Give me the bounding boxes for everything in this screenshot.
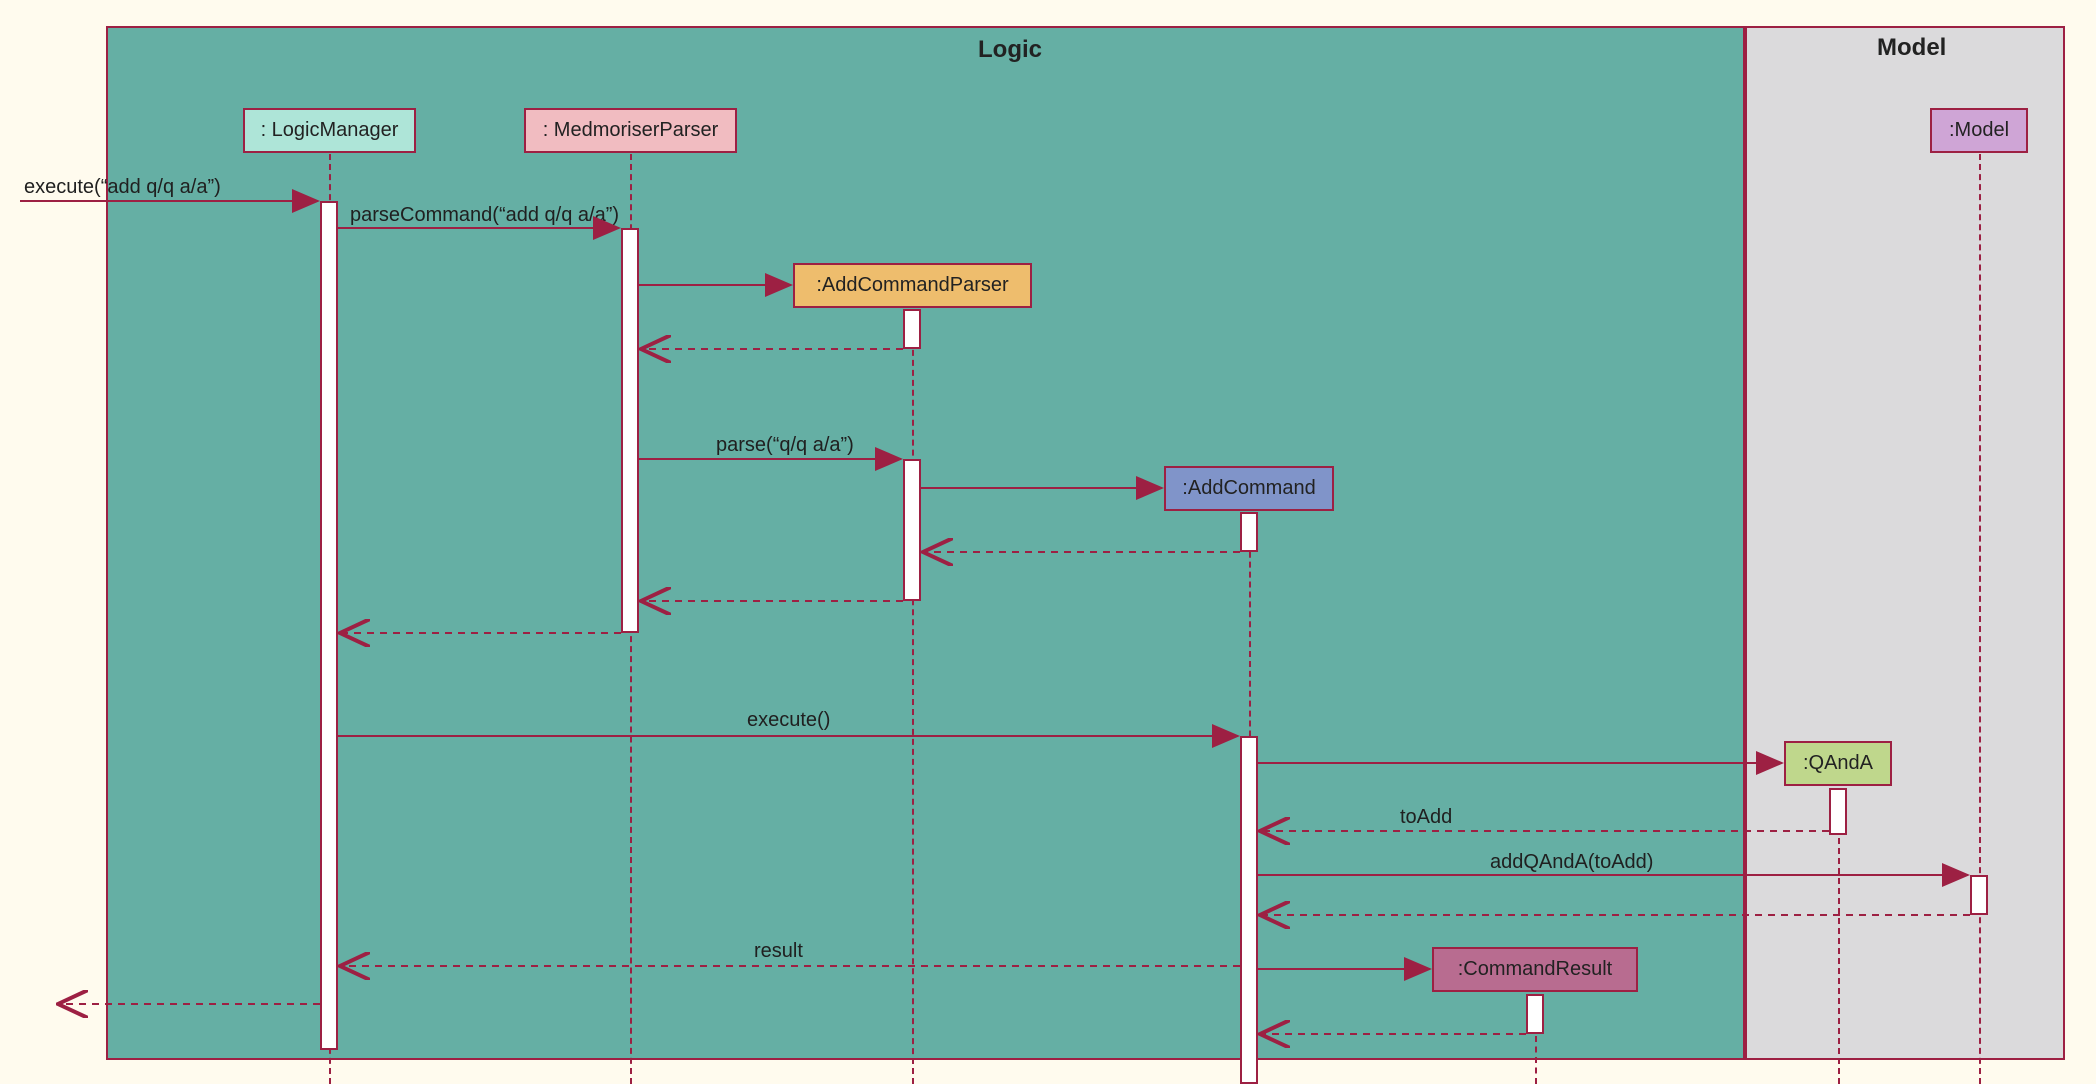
command-result-label: :CommandResult	[1458, 958, 1613, 980]
model-label: :Model	[1949, 119, 2009, 141]
medmoriser-parser-head: : MedmoriserParser	[524, 108, 737, 153]
medmoriser-parser-label: : MedmoriserParser	[543, 119, 719, 141]
activation-model	[1970, 875, 1988, 915]
msg-addqanda: addQAndA(toAdd)	[1490, 851, 1653, 874]
activation-command-result	[1526, 994, 1544, 1034]
add-command-head: :AddCommand	[1164, 466, 1334, 511]
add-command-label: :AddCommand	[1182, 477, 1315, 499]
model-frame-label: Model	[1877, 34, 1946, 62]
activation-medmoriser-parser	[621, 228, 639, 633]
lifeline-model	[1979, 154, 1981, 1084]
activation-logic-manager	[320, 201, 338, 1050]
model-frame: Model	[1745, 26, 2065, 1060]
msg-execute-in: execute(“add q/q a/a”)	[24, 176, 221, 199]
msg-parsecommand: parseCommand(“add q/q a/a”)	[350, 204, 619, 227]
logic-frame: Logic	[106, 26, 1745, 1060]
lifeline-add-command-parser	[912, 310, 914, 1084]
activation-add-command-1	[1240, 512, 1258, 552]
activation-qanda	[1829, 788, 1847, 835]
activation-add-command-2	[1240, 736, 1258, 1084]
logic-manager-label: : LogicManager	[261, 119, 399, 141]
activation-add-command-parser-2	[903, 459, 921, 601]
add-command-parser-label: :AddCommandParser	[816, 274, 1008, 296]
model-head: :Model	[1930, 108, 2028, 153]
msg-result: result	[754, 940, 803, 963]
qanda-head: :QAndA	[1784, 741, 1892, 786]
logic-frame-label: Logic	[978, 36, 1042, 64]
command-result-head: :CommandResult	[1432, 947, 1638, 992]
msg-parse: parse(“q/q a/a”)	[716, 434, 854, 457]
msg-toadd: toAdd	[1400, 806, 1452, 829]
logic-manager-head: : LogicManager	[243, 108, 416, 153]
add-command-parser-head: :AddCommandParser	[793, 263, 1032, 308]
activation-add-command-parser-1	[903, 309, 921, 349]
qanda-label: :QAndA	[1803, 752, 1873, 774]
msg-execute-out: execute()	[747, 709, 830, 732]
